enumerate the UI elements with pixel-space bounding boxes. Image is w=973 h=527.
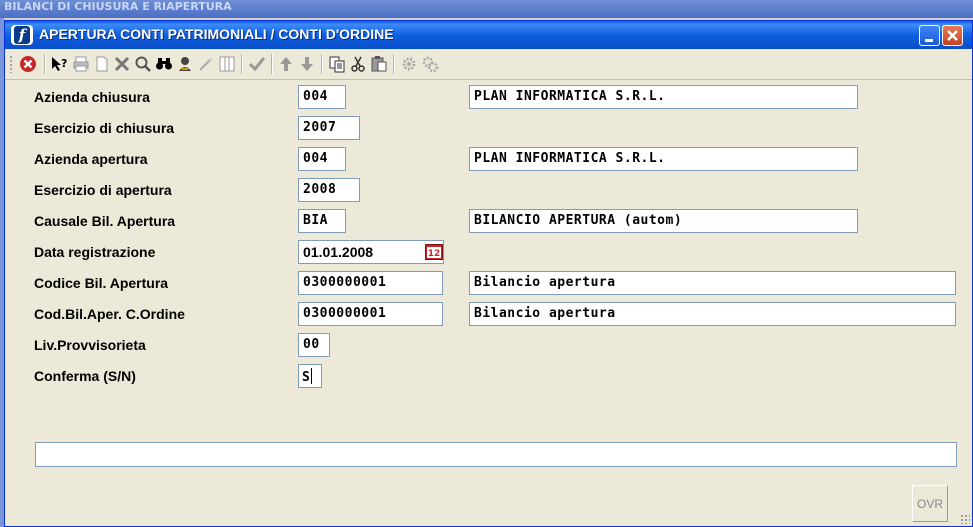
cod-bil-ordine-input[interactable]: 0300000001 <box>298 302 443 326</box>
azienda-chiusura-desc: PLAN INFORMATICA S.R.L. <box>469 85 858 109</box>
label-codice-bil: Codice Bil. Apertura <box>34 275 169 291</box>
toolbar-grip[interactable] <box>9 55 13 73</box>
conferma-input[interactable]: S <box>298 364 322 388</box>
label-esercizio-chiusura: Esercizio di chiusura <box>34 120 175 136</box>
background-window-titlebar: BILANCI DI CHIUSURA E RIAPERTURA <box>0 0 973 18</box>
causale-input[interactable]: BIA <box>298 209 346 233</box>
label-causale: Causale Bil. Apertura <box>34 213 176 229</box>
toolbar-separator <box>393 54 395 74</box>
arrow-down-icon[interactable] <box>298 55 316 73</box>
label-esercizio-apertura: Esercizio di apertura <box>34 182 172 198</box>
main-window: f APERTURA CONTI PATRIMONIALI / CONTI D'… <box>4 20 973 527</box>
resize-grip[interactable] <box>960 514 970 524</box>
label-azienda-chiusura: Azienda chiusura <box>34 89 150 105</box>
svg-text:?: ? <box>61 57 67 70</box>
toolbar-separator <box>44 54 46 74</box>
label-azienda-apertura: Azienda apertura <box>34 151 148 167</box>
binoculars-icon[interactable] <box>155 55 173 73</box>
codice-bil-desc: Bilancio apertura <box>469 271 956 295</box>
search-icon[interactable] <box>134 55 152 73</box>
toolbar-separator <box>241 54 243 74</box>
azienda-apertura-desc: PLAN INFORMATICA S.R.L. <box>469 147 858 171</box>
delete-icon[interactable] <box>113 55 131 73</box>
calendar-icon[interactable]: 12 <box>425 244 443 260</box>
label-conferma: Conferma (S/N) <box>34 368 136 384</box>
svg-text:12: 12 <box>428 249 441 259</box>
toolbar-separator <box>321 54 323 74</box>
gears-icon[interactable] <box>421 55 439 73</box>
arrow-up-icon[interactable] <box>277 55 295 73</box>
azienda-apertura-input[interactable]: 004 <box>298 147 346 171</box>
message-bar <box>35 442 957 467</box>
cod-bil-ordine-desc: Bilancio apertura <box>469 302 956 326</box>
window-title: APERTURA CONTI PATRIMONIALI / CONTI D'OR… <box>39 26 394 42</box>
new-page-icon[interactable] <box>93 55 111 73</box>
azienda-chiusura-input[interactable]: 004 <box>298 85 346 109</box>
copy-icon[interactable] <box>328 55 346 73</box>
toolbar-separator <box>271 54 273 74</box>
ovr-indicator: OVR <box>912 485 948 522</box>
label-data-registrazione: Data registrazione <box>34 244 156 260</box>
app-icon: f <box>11 25 33 45</box>
label-cod-bil-ordine: Cod.Bil.Aper. C.Ordine <box>34 306 185 322</box>
user-icon[interactable] <box>176 55 194 73</box>
data-registrazione-input[interactable]: 01.01.2008 <box>298 240 444 264</box>
wand-icon[interactable] <box>197 55 215 73</box>
minimize-button[interactable] <box>919 25 940 46</box>
gear-icon[interactable] <box>400 55 418 73</box>
causale-desc: BILANCIO APERTURA (autom) <box>469 209 858 233</box>
close-red-icon[interactable] <box>19 55 37 73</box>
toolbar: ? <box>5 49 972 80</box>
print-icon[interactable] <box>72 55 90 73</box>
close-button[interactable] <box>942 25 963 46</box>
text-caret <box>311 368 313 384</box>
window-titlebar[interactable]: f APERTURA CONTI PATRIMONIALI / CONTI D'… <box>5 21 972 49</box>
paste-icon[interactable] <box>370 55 388 73</box>
codice-bil-input[interactable]: 0300000001 <box>298 271 443 295</box>
cut-icon[interactable] <box>349 55 367 73</box>
liv-provvisorieta-input[interactable]: 00 <box>298 333 330 357</box>
columns-icon[interactable] <box>218 55 236 73</box>
label-liv-provvisorieta: Liv.Provvisorieta <box>34 337 146 353</box>
help-icon[interactable]: ? <box>50 55 68 73</box>
esercizio-apertura-input[interactable]: 2008 <box>298 178 360 202</box>
checkmark-icon[interactable] <box>248 55 266 73</box>
esercizio-chiusura-input[interactable]: 2007 <box>298 116 360 140</box>
